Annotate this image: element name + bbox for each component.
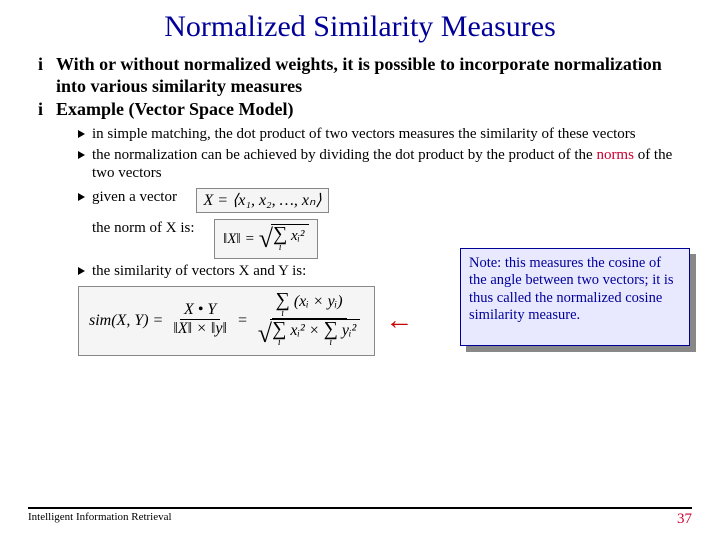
- sim-frac-2: ∑i (xᵢ × yᵢ) √ ∑i xᵢ² × ∑i yᵢ²: [254, 291, 364, 351]
- eq-sign: =: [245, 230, 255, 248]
- similarity-formula: sim(X, Y) = X • Y ‖X‖ × ‖y‖ = ∑i (xᵢ × y…: [78, 286, 375, 356]
- sigma-icon: ∑i: [272, 320, 286, 347]
- sub-item-vector: given a vector X = ⟨x₁, x₂, …, xₙ⟩: [78, 188, 692, 213]
- given-vector-label: given a vector: [92, 188, 177, 206]
- vec-lhs: X =: [203, 192, 228, 209]
- bullet-list: With or without normalized weights, it i…: [28, 54, 692, 280]
- bullet-text: Example (Vector Space Model): [56, 99, 293, 119]
- arrow-left-icon: ←: [385, 305, 413, 337]
- sim-label: the similarity of vectors X and Y is:: [92, 263, 306, 279]
- note-callout: Note: this measures the cosine of the an…: [460, 248, 690, 346]
- sub-item: in simple matching, the dot product of t…: [78, 125, 692, 143]
- vector-formula: X = ⟨x₁, x₂, …, xₙ⟩: [196, 188, 328, 213]
- sqrt-icon: √ ∑i xᵢ²: [259, 224, 309, 254]
- norm-lhs: ‖X‖: [223, 230, 241, 248]
- slide-number: 37: [677, 511, 692, 528]
- slide-title: Normalized Similarity Measures: [28, 10, 692, 44]
- bullet-item: With or without normalized weights, it i…: [38, 54, 692, 97]
- sum-x2: xᵢ²: [290, 322, 304, 339]
- slide: Normalized Similarity Measures With or w…: [0, 0, 720, 540]
- sim-frac-1: X • Y ‖X‖ × ‖y‖: [169, 301, 231, 340]
- sigma-icon: ∑i: [276, 291, 290, 318]
- sqrt-icon: √ ∑i xᵢ² × ∑i yᵢ²: [258, 319, 360, 349]
- xi-sq: xᵢ²: [291, 228, 305, 244]
- sub-text-pre: the normalization can be achieved by div…: [92, 147, 596, 163]
- footer-left: Intelligent Information Retrieval: [28, 511, 172, 528]
- footer: Intelligent Information Retrieval 37: [28, 507, 692, 528]
- vec-rhs: ⟨x₁, x₂, …, xₙ⟩: [232, 192, 322, 209]
- bullet-text: With or without normalized weights, it i…: [56, 54, 662, 96]
- sum-xy: (xᵢ × yᵢ): [294, 293, 343, 310]
- norm-label: the norm of X is:: [92, 219, 195, 237]
- sub-text: in simple matching, the dot product of t…: [92, 126, 636, 142]
- note-text: Note: this measures the cosine of the an…: [460, 248, 690, 346]
- sum-y2: yᵢ²: [342, 322, 356, 339]
- sigma-icon: ∑i: [273, 225, 287, 252]
- eq-sign: =: [237, 312, 248, 330]
- sim-lhs: sim(X, Y) =: [89, 312, 163, 330]
- sigma-icon: ∑i: [324, 320, 338, 347]
- norm-formula: ‖X‖ = √ ∑i xᵢ²: [214, 219, 318, 259]
- sub-item: the normalization can be achieved by div…: [78, 146, 692, 182]
- norms-highlight: norms: [596, 147, 634, 163]
